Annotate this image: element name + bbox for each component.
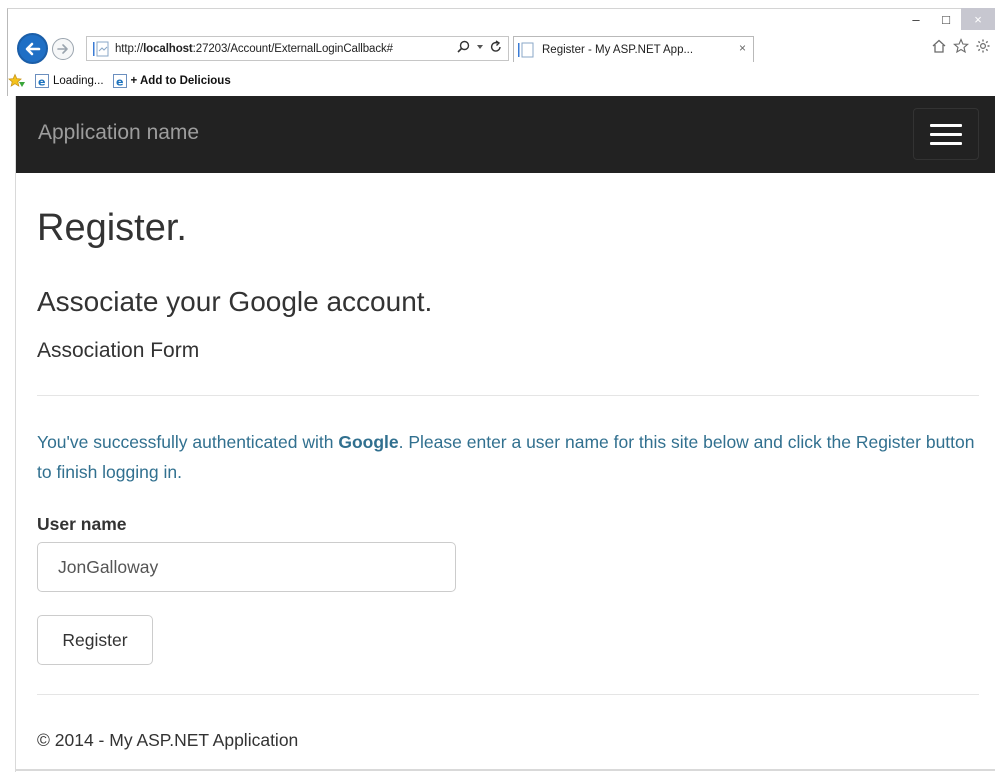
favorites-bar: e Loading... e + Add to Delicious bbox=[8, 70, 239, 92]
forward-arrow-icon bbox=[57, 44, 68, 54]
svg-text:e: e bbox=[116, 76, 123, 89]
navbar-toggle-button[interactable] bbox=[913, 108, 979, 160]
favorite-loading[interactable]: e Loading... bbox=[34, 73, 104, 89]
username-input[interactable] bbox=[37, 542, 456, 592]
ie-page-icon: e bbox=[112, 74, 127, 89]
viewport-left-edge bbox=[15, 96, 16, 772]
favorites-star-icon[interactable] bbox=[953, 38, 969, 54]
page-title: Register. bbox=[37, 207, 187, 249]
favorite-add-delicious[interactable]: e + Add to Delicious bbox=[112, 73, 231, 89]
hamburger-menu-icon bbox=[930, 123, 962, 145]
auth-info-message: You've successfully authenticated with G… bbox=[37, 432, 975, 482]
address-bar[interactable]: http://localhost:27203/Account/ExternalL… bbox=[86, 36, 509, 61]
page-subtitle: Associate your Google account. bbox=[37, 286, 433, 317]
forward-button[interactable] bbox=[52, 38, 74, 60]
navbar: Application name bbox=[16, 96, 995, 173]
favorites-bar-star[interactable] bbox=[8, 73, 26, 89]
favorites-bar-star-icon bbox=[8, 73, 25, 87]
toolbar-icons bbox=[931, 38, 991, 54]
search-icon[interactable] bbox=[457, 40, 470, 53]
close-window-button[interactable]: × bbox=[961, 8, 995, 30]
address-tools bbox=[457, 40, 502, 53]
viewport-bottom-edge bbox=[15, 769, 995, 771]
refresh-icon[interactable] bbox=[490, 40, 502, 53]
username-label: User name bbox=[37, 514, 127, 534]
footer-copyright: © 2014 - My ASP.NET Application bbox=[37, 730, 299, 750]
tab-title: Register - My ASP.NET App... bbox=[542, 43, 694, 56]
favorite-add-delicious-label: + Add to Delicious bbox=[130, 75, 231, 87]
svg-text:e: e bbox=[38, 76, 45, 89]
form-heading: Association Form bbox=[37, 339, 200, 362]
register-button[interactable]: Register bbox=[37, 615, 153, 665]
minimize-button[interactable]: – bbox=[901, 8, 931, 30]
tab-close-icon[interactable]: × bbox=[739, 41, 746, 55]
divider bbox=[37, 395, 979, 396]
browser-tab[interactable]: Register - My ASP.NET App... × bbox=[513, 36, 754, 62]
footer-divider bbox=[37, 694, 979, 695]
favorite-loading-label: Loading... bbox=[53, 75, 104, 87]
back-arrow-icon bbox=[25, 42, 40, 55]
page-icon bbox=[518, 42, 534, 57]
home-icon[interactable] bbox=[931, 38, 947, 54]
ie-page-icon: e bbox=[35, 74, 49, 89]
back-button[interactable] bbox=[17, 33, 48, 64]
settings-gear-icon[interactable] bbox=[975, 38, 991, 54]
dropdown-arrow-icon[interactable] bbox=[476, 43, 484, 51]
navbar-brand[interactable]: Application name bbox=[38, 121, 199, 145]
browser-chrome: – □ × http://localhost:27203/Account/Ext… bbox=[0, 0, 995, 96]
address-url: http://localhost:27203/Account/ExternalL… bbox=[115, 42, 393, 55]
page-icon bbox=[93, 41, 111, 57]
maximize-button[interactable]: □ bbox=[931, 8, 961, 30]
window-controls: – □ × bbox=[901, 8, 995, 30]
provider-name: Google bbox=[338, 432, 399, 452]
